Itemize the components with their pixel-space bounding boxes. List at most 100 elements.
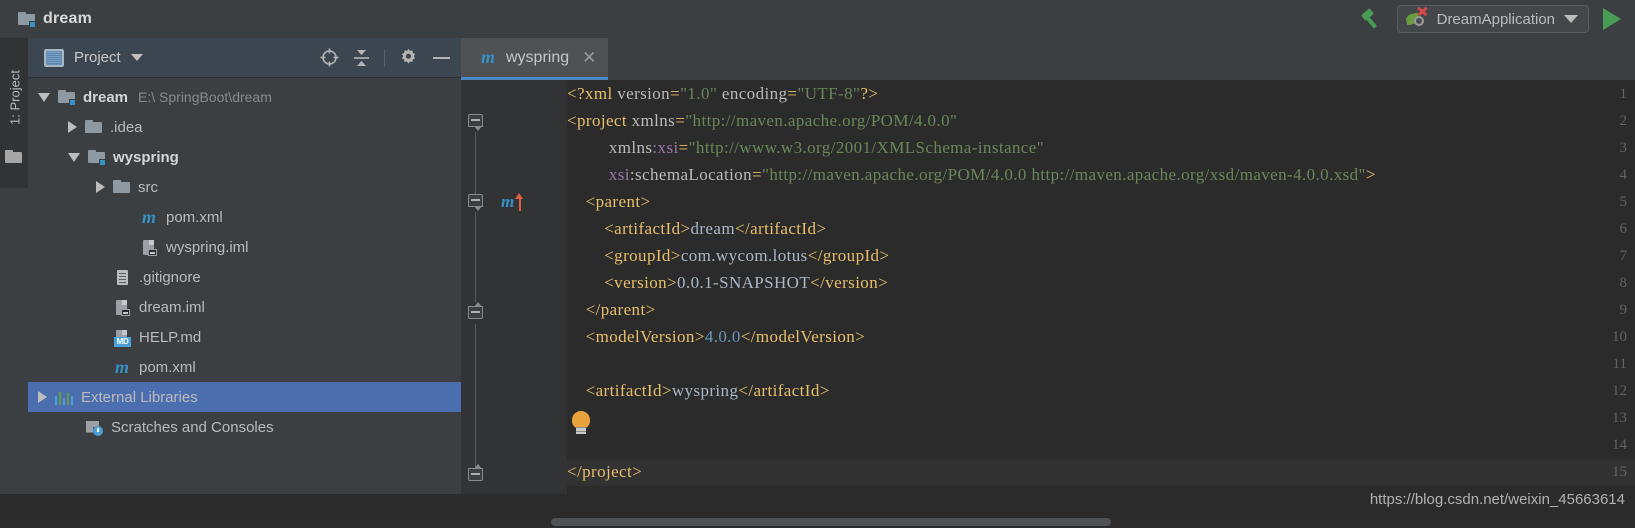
maven-icon: m (141, 206, 156, 227)
fold-guide-line (475, 132, 476, 194)
line-number: 6 (1619, 221, 1628, 237)
project-tree: dream E:\ SpringBoot\dream .idea wysprin… (28, 78, 461, 442)
editor-tab-wyspring[interactable]: m wyspring ✕ (461, 38, 609, 80)
run-configuration-selector[interactable]: DreamApplication (1396, 5, 1589, 33)
tree-item-label: .idea (110, 118, 143, 136)
folder-module-icon (88, 150, 106, 166)
code-line-9: </parent> (567, 300, 656, 319)
tree-item-path: E:\ SpringBoot\dream (138, 89, 272, 105)
fold-marker-project[interactable] (468, 114, 483, 131)
line-number: 12 (1612, 383, 1627, 399)
toolbar-left-group: dream (0, 10, 92, 28)
fold-marker-parent-end[interactable] (468, 302, 483, 323)
code-line-4: xsi:schemaLocation="http://maven.apache.… (608, 165, 1376, 184)
editor-tab-bar: m wyspring ✕ (461, 38, 1635, 80)
tree-row[interactable]: dream E:\ SpringBoot\dream (28, 82, 461, 112)
maven-icon: m (480, 47, 495, 67)
twisty-closed-icon[interactable] (68, 121, 77, 133)
folder-module-icon (58, 90, 76, 106)
folder-icon (5, 150, 22, 164)
tree-row[interactable]: Scratches and Consoles (28, 412, 461, 442)
line-number: 2 (1619, 113, 1628, 129)
scrollbar-thumb[interactable] (551, 518, 1111, 526)
line-number: 5 (1619, 194, 1628, 210)
maven-parent-nav-icon[interactable]: m (501, 192, 524, 212)
twisty-closed-icon[interactable] (38, 391, 47, 403)
markdown-icon: MD (113, 329, 131, 347)
line-number: 7 (1619, 248, 1628, 264)
line-number: 14 (1612, 437, 1627, 453)
tree-item-label: dream (83, 88, 129, 106)
code-line-2: <project xmlns="http://maven.apache.org/… (567, 111, 958, 130)
folder-icon (85, 120, 102, 134)
tree-item-label: src (138, 178, 158, 196)
code-line-10: <modelVersion>4.0.0</modelVersion> (567, 327, 866, 346)
run-play-icon[interactable] (1603, 8, 1621, 30)
code-line-7: <groupId>com.wycom.lotus</groupId> (567, 246, 890, 265)
code-line-6: <artifactId>dream</artifactId> (567, 219, 827, 238)
maven-icon: m (114, 356, 129, 377)
code-line-3: xmlns:xsi="http://www.w3.org/2001/XMLSch… (567, 138, 1045, 157)
editor-tab-label: wyspring (506, 48, 570, 66)
iml-icon (113, 299, 131, 316)
libraries-icon (55, 389, 74, 406)
tree-row[interactable]: src (28, 172, 461, 202)
gear-icon[interactable] (399, 48, 418, 67)
tree-item-label: wyspring (113, 148, 179, 166)
tree-item-label: dream.iml (139, 298, 205, 316)
tree-item-label: wyspring.iml (166, 238, 249, 256)
hammer-build-icon[interactable] (1360, 8, 1383, 30)
run-configuration-label: DreamApplication (1436, 10, 1555, 28)
twisty-open-icon[interactable] (38, 92, 50, 102)
code-line-8: <version>0.0.1-SNAPSHOT</version> (567, 273, 889, 292)
tree-row[interactable]: .gitignore (28, 262, 461, 292)
collapse-all-icon[interactable] (353, 49, 370, 67)
tree-item-label: .gitignore (139, 268, 201, 286)
line-number: 10 (1612, 329, 1627, 345)
close-icon[interactable]: ✕ (582, 48, 596, 68)
code-line-5: <parent> (567, 192, 651, 211)
tree-item-label: External Libraries (81, 388, 198, 406)
scratches-icon (85, 419, 103, 436)
twisty-closed-icon[interactable] (96, 181, 105, 193)
line-number: 1 (1619, 86, 1628, 102)
line-number: 13 (1612, 410, 1627, 426)
tree-row[interactable]: MD HELP.md (28, 322, 461, 352)
line-number: 3 (1619, 140, 1628, 156)
scroll-from-source-icon[interactable] (320, 48, 339, 67)
tree-item-label: Scratches and Consoles (111, 418, 274, 436)
fold-marker-parent[interactable] (468, 194, 483, 211)
tree-row[interactable]: .idea (28, 112, 461, 142)
tree-row[interactable]: wyspring (28, 142, 461, 172)
line-number: 15 (1612, 464, 1627, 480)
tool-window-button-project[interactable]: 1: Project (0, 38, 28, 188)
tree-item-label: pom.xml (139, 358, 196, 376)
tree-item-label: pom.xml (166, 208, 223, 226)
code-editor[interactable]: 1 2 3 4 5 6 7 8 9 10 11 12 13 14 15 m <?… (461, 80, 1635, 528)
chevron-down-icon[interactable] (130, 54, 143, 61)
horizontal-scrollbar[interactable] (461, 515, 1635, 528)
editor-area: m wyspring ✕ 1 2 3 4 5 6 7 8 9 10 11 12 … (461, 38, 1635, 528)
tree-row[interactable]: dream.iml (28, 292, 461, 322)
line-number: 9 (1619, 302, 1628, 318)
code-folding-column[interactable] (545, 80, 567, 528)
fold-guide-line (475, 324, 476, 468)
folder-icon (113, 180, 130, 194)
folder-module-icon (18, 12, 36, 28)
line-number: 11 (1612, 356, 1627, 372)
tree-row[interactable]: m pom.xml (28, 202, 461, 232)
caret-row-highlight (567, 459, 1635, 486)
intention-bulb-icon[interactable] (571, 411, 591, 435)
project-panel-header: Project (28, 38, 461, 78)
main-toolbar: dream DreamApplication (0, 0, 1635, 38)
tree-row[interactable]: wyspring.iml (28, 232, 461, 262)
fold-marker-project-end[interactable] (468, 464, 483, 485)
tree-item-label: HELP.md (139, 328, 202, 346)
project-panel-title: Project (74, 49, 121, 66)
watermark-text: https://blog.csdn.net/weixin_45663614 (1369, 491, 1625, 508)
tree-row[interactable]: m pom.xml (28, 352, 461, 382)
minimize-icon[interactable] (432, 54, 451, 62)
project-tool-window: Project dream E:\ SpringBoot\dream .idea… (28, 38, 461, 528)
twisty-open-icon[interactable] (68, 152, 80, 162)
tree-row-external-libraries[interactable]: External Libraries (28, 382, 461, 412)
